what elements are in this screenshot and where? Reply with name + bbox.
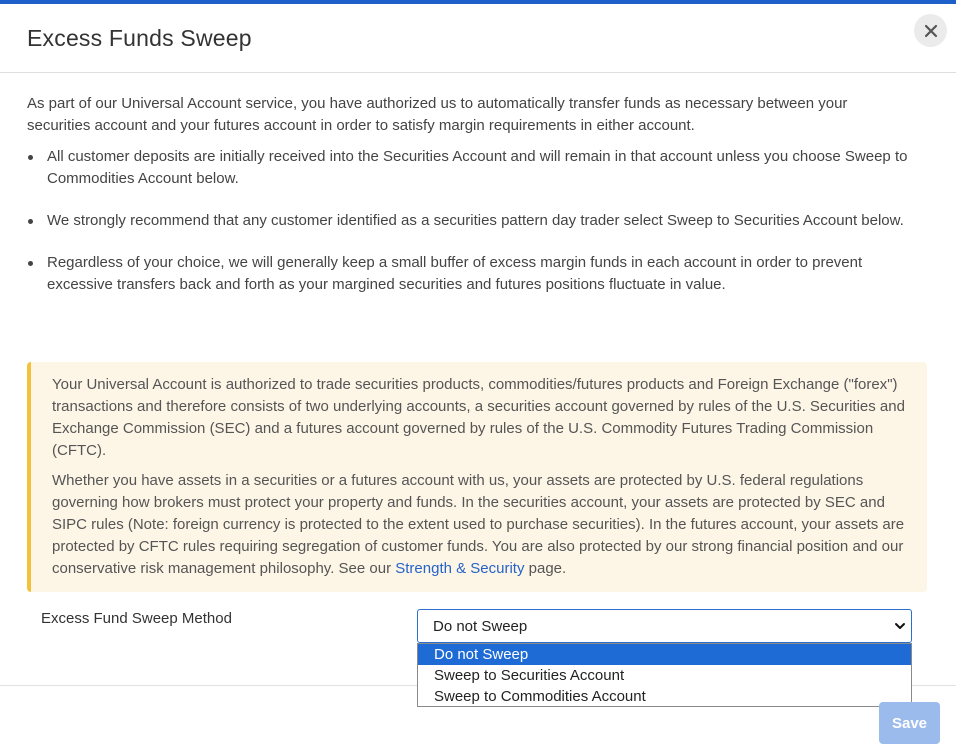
sweep-method-dropdown: Do not Sweep Sweep to Securities Account… [417, 643, 912, 707]
list-item: All customer deposits are initially rece… [27, 146, 917, 190]
bullet-text: We strongly recommend that any customer … [47, 212, 904, 229]
strength-security-link[interactable]: Strength & Security [395, 560, 524, 577]
save-button[interactable]: Save [879, 702, 940, 744]
bullet-text: Regardless of your choice, we will gener… [47, 254, 863, 293]
chevron-down-icon [895, 623, 905, 629]
notice-paragraph-1: Your Universal Account is authorized to … [52, 376, 905, 459]
modal-title: Excess Funds Sweep [27, 25, 252, 51]
option-sweep-securities[interactable]: Sweep to Securities Account [418, 665, 911, 686]
sweep-method-select[interactable]: Do not Sweep [417, 609, 912, 643]
close-icon [924, 24, 937, 37]
modal-header: Excess Funds Sweep [0, 4, 956, 73]
select-value: Do not Sweep [433, 617, 528, 635]
bullet-icon [28, 155, 33, 160]
bullet-text: All customer deposits are initially rece… [47, 148, 908, 187]
notice-paragraph-2: Whether you have assets in a securities … [52, 470, 907, 580]
info-notice: Your Universal Account is authorized to … [27, 362, 927, 592]
list-item: We strongly recommend that any customer … [27, 210, 917, 232]
bullet-list: All customer deposits are initially rece… [27, 146, 917, 316]
option-do-not-sweep[interactable]: Do not Sweep [418, 644, 911, 665]
notice-text-end: page. [524, 560, 567, 577]
sweep-method-label: Excess Fund Sweep Method [41, 610, 232, 627]
bullet-icon [28, 261, 33, 266]
close-button[interactable] [914, 14, 947, 47]
bullet-icon [28, 219, 33, 224]
list-item: Regardless of your choice, we will gener… [27, 252, 917, 296]
intro-text: As part of our Universal Account service… [27, 95, 848, 134]
option-sweep-commodities[interactable]: Sweep to Commodities Account [418, 686, 911, 707]
